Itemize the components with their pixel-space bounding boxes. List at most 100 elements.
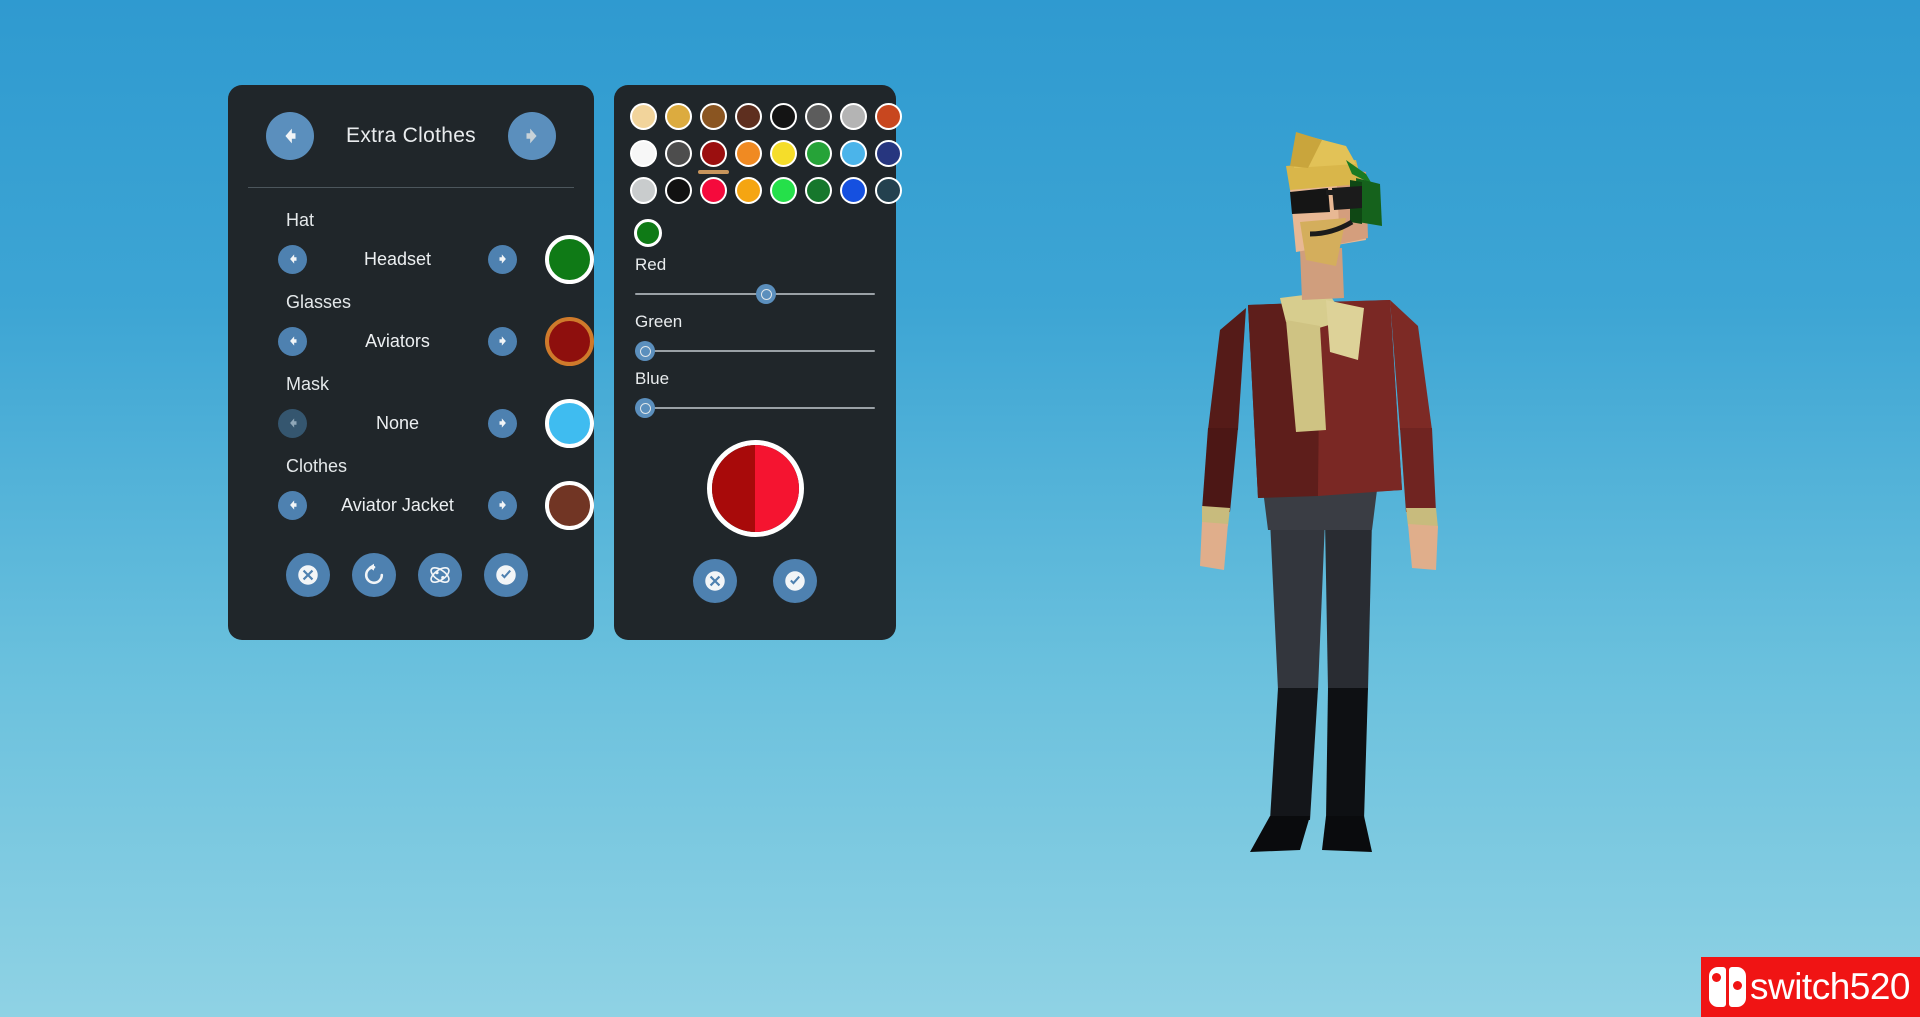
option-color-swatch[interactable]: [545, 234, 594, 284]
option-row: Aviators: [228, 316, 594, 366]
color-preview-wrap: [614, 440, 896, 537]
reset-button[interactable]: [352, 553, 396, 597]
arrow-left-icon: [285, 128, 296, 144]
arrow-left-icon: [289, 254, 296, 264]
option-mask: Mask None: [228, 374, 594, 448]
palette-swatch[interactable]: [700, 103, 727, 130]
palette-swatch[interactable]: [840, 177, 867, 204]
option-next-button[interactable]: [488, 408, 517, 438]
palette-cell: [735, 177, 762, 204]
palette-cell: [770, 177, 797, 204]
palette-swatch[interactable]: [630, 177, 657, 204]
category-next-button[interactable]: [508, 112, 556, 160]
palette-swatch[interactable]: [875, 140, 902, 167]
option-prev-button[interactable]: [278, 490, 307, 520]
palette-cell: [735, 140, 762, 167]
slider-knob[interactable]: [635, 398, 655, 418]
palette-swatch[interactable]: [700, 177, 727, 204]
arrow-right-icon: [499, 418, 506, 428]
palette-swatch[interactable]: [735, 103, 762, 130]
circle-x-icon: [705, 571, 725, 591]
palette-swatch[interactable]: [665, 177, 692, 204]
option-prev-button[interactable]: [278, 244, 307, 274]
palette-swatch[interactable]: [770, 103, 797, 130]
palette-swatch[interactable]: [630, 103, 657, 130]
palette-swatch[interactable]: [805, 140, 832, 167]
palette-swatch[interactable]: [735, 177, 762, 204]
category-prev-button[interactable]: [266, 112, 314, 160]
option-color-swatch[interactable]: [545, 398, 594, 448]
option-label: Mask: [286, 374, 330, 394]
page-title: Extra Clothes: [346, 124, 476, 147]
palette-cell: [840, 140, 867, 167]
palette-swatch[interactable]: [665, 140, 692, 167]
option-glasses: Glasses Aviators: [228, 292, 594, 366]
palette-swatch[interactable]: [875, 103, 902, 130]
arrow-right-icon: [499, 500, 506, 510]
cancel-button[interactable]: [286, 553, 330, 597]
slider-green: Green: [614, 312, 896, 361]
option-prev-button[interactable]: [278, 408, 307, 438]
randomize-button[interactable]: [418, 553, 462, 597]
slider-track[interactable]: [635, 341, 875, 361]
color-cancel-button[interactable]: [693, 559, 737, 603]
arrow-right-icon: [499, 254, 506, 264]
option-next-button[interactable]: [488, 244, 517, 274]
option-label: Hat: [286, 210, 315, 230]
palette-cell: [875, 103, 902, 130]
option-color-swatch[interactable]: [545, 480, 594, 530]
slider-track[interactable]: [635, 398, 875, 418]
slider-label: Green: [635, 312, 683, 331]
option-next-button[interactable]: [488, 326, 517, 356]
palette-swatch[interactable]: [735, 140, 762, 167]
slider-knob[interactable]: [756, 284, 776, 304]
palette-cell: [805, 177, 832, 204]
palette-swatch[interactable]: [840, 140, 867, 167]
palette-cell: [875, 177, 902, 204]
atom-icon: [430, 567, 450, 583]
color-confirm-button[interactable]: [773, 559, 817, 603]
palette-cell: [770, 103, 797, 130]
slider-track[interactable]: [635, 284, 875, 304]
option-row: Aviator Jacket: [228, 480, 594, 530]
palette-swatch[interactable]: [875, 177, 902, 204]
palette-cell: [840, 177, 867, 204]
slider-knob[interactable]: [635, 341, 655, 361]
option-value: Headset: [363, 248, 432, 269]
palette-swatch[interactable]: [805, 103, 832, 130]
palette-swatch[interactable]: [770, 140, 797, 167]
palette-swatch[interactable]: [630, 140, 657, 167]
color-preview-old: [711, 445, 755, 532]
option-prev-button[interactable]: [278, 326, 307, 356]
watermark-text: switch520: [1749, 966, 1911, 1007]
palette-swatch[interactable]: [665, 103, 692, 130]
arrow-right-icon: [526, 128, 537, 144]
palette-cell: [665, 103, 692, 130]
option-value: Aviator Jacket: [341, 494, 454, 515]
palette-cell: [698, 140, 729, 174]
customization-panel: Extra Clothes Hat Headset Glasses Aviato…: [228, 85, 594, 640]
confirm-button[interactable]: [484, 553, 528, 597]
palette-cell: [630, 140, 657, 167]
current-color-swatch: [634, 219, 662, 247]
slider-track-line: [635, 293, 875, 295]
option-clothes: Clothes Aviator Jacket: [228, 456, 594, 530]
color-preview: [706, 440, 804, 537]
color-palette: [614, 85, 902, 204]
option-color-swatch[interactable]: [545, 316, 594, 366]
palette-swatch[interactable]: [840, 103, 867, 130]
panel-actions: [228, 553, 594, 597]
palette-swatch[interactable]: [770, 177, 797, 204]
palette-cell: [700, 177, 727, 204]
circle-check-icon: [785, 571, 805, 591]
option-label: Clothes: [286, 456, 348, 476]
circle-check-icon: [496, 565, 516, 585]
switch-logo-icon: [1708, 967, 1746, 1007]
arrow-right-icon: [499, 336, 506, 346]
option-next-button[interactable]: [488, 490, 517, 520]
slider-track-line: [635, 350, 875, 352]
palette-swatch[interactable]: [700, 140, 727, 167]
option-hat: Hat Headset: [228, 210, 594, 284]
palette-swatch[interactable]: [805, 177, 832, 204]
palette-cell: [805, 103, 832, 130]
